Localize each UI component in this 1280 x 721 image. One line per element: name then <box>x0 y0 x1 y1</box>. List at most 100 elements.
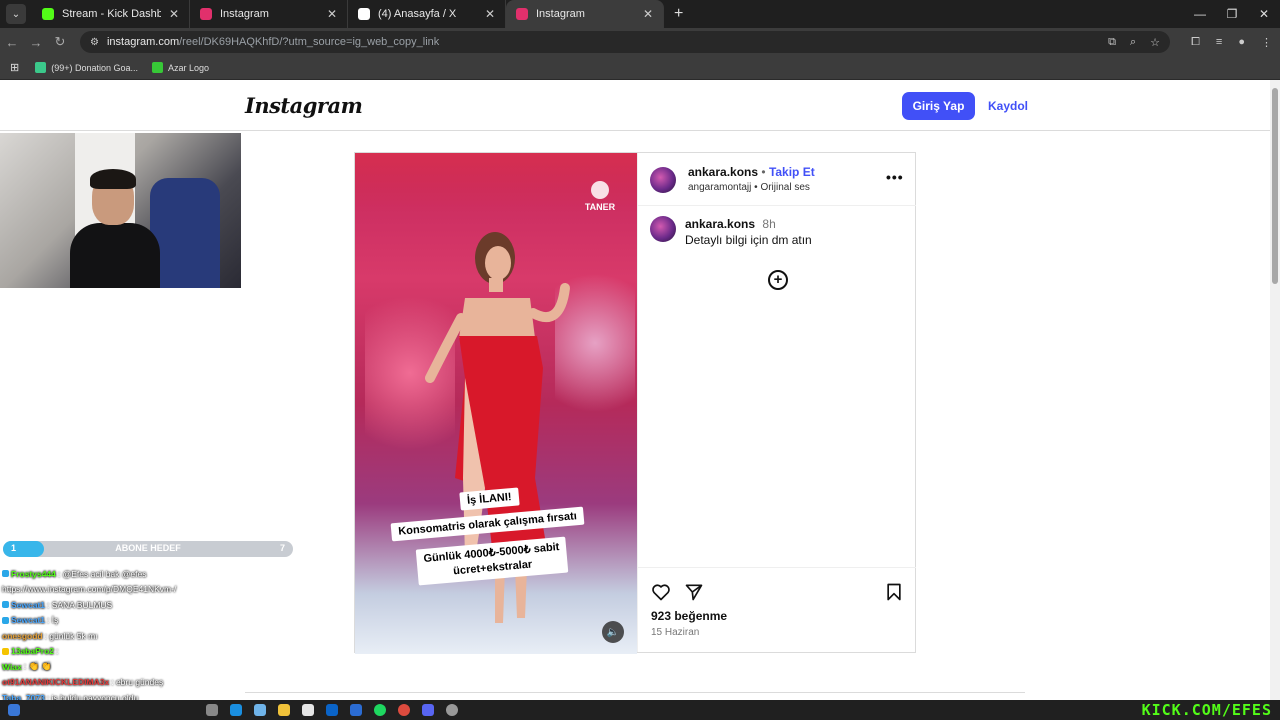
media-icon[interactable]: ≡ <box>1216 36 1222 48</box>
chat-username: Sewcat1 <box>11 615 45 625</box>
tab-search-menu[interactable]: ⌄ <box>6 4 26 24</box>
browser-tab[interactable]: Stream - Kick Dashboard ✕ <box>32 0 190 28</box>
restore-button[interactable]: ❐ <box>1216 0 1248 28</box>
share-send-icon[interactable] <box>684 582 704 602</box>
close-tab-icon[interactable]: ✕ <box>327 7 337 21</box>
app-icon[interactable] <box>254 704 266 716</box>
chat-username: Wiax <box>2 662 22 672</box>
new-tab-button[interactable]: + <box>674 5 683 23</box>
chat-message: onesgodd: günlük 5k mı <box>2 628 242 644</box>
instagram-icon <box>200 8 212 20</box>
like-count[interactable]: 923 beğenme <box>651 609 727 623</box>
reel-post: TANER İş İLANI! Konsomatris olarak çalış… <box>354 152 916 653</box>
like-heart-icon[interactable] <box>651 582 671 602</box>
chat-username: 13abaPro2 <box>11 646 54 656</box>
tab-title: Instagram <box>220 8 319 20</box>
edge-icon[interactable] <box>230 704 242 716</box>
bookmark-item[interactable]: (99+) Donation Goa... <box>35 62 138 73</box>
browser-menu-icon[interactable]: ⋮ <box>1261 36 1272 49</box>
extensions-icon[interactable]: ⧠ <box>1191 36 1200 49</box>
bookmark-star-icon[interactable]: ☆ <box>1150 36 1160 49</box>
goal-label: ABONE HEDEF <box>3 543 293 553</box>
instagram-icon <box>516 8 528 20</box>
profile-icon[interactable]: ● <box>1238 36 1245 48</box>
tab-title: Instagram <box>536 8 635 20</box>
chat-message: https://www.instagram.com/p/DMQE41NKvm-/ <box>2 582 242 598</box>
chat-username: Frostys444 <box>11 569 56 579</box>
browser-tab[interactable]: Instagram ✕ <box>190 0 348 28</box>
site-info-icon[interactable]: ⚙ <box>90 37 99 48</box>
close-tab-icon[interactable]: ✕ <box>485 7 495 21</box>
chat-message: Sewcat1: İş <box>2 613 242 629</box>
instagram-header: Instagram Giriş Yap Kaydol <box>0 80 1270 131</box>
toolbar: ← → ↻ ⚙ instagram.com/reel/DK69HAQKhfD/?… <box>0 28 1280 56</box>
chrome-icon[interactable] <box>398 704 410 716</box>
post-author: ankara.kons • Takip Et <box>688 165 815 179</box>
minimize-button[interactable]: — <box>1184 0 1216 28</box>
chat-text: : İş <box>47 615 58 625</box>
url-text: instagram.com/reel/DK69HAQKhfD/?utm_sour… <box>107 36 439 48</box>
chat-message: 13abaPro2: <box>2 644 242 660</box>
bookmark-favicon-icon <box>152 62 163 73</box>
bookmark-favicon-icon <box>35 62 46 73</box>
outlook-icon[interactable] <box>326 704 338 716</box>
task-view-icon[interactable] <box>206 704 218 716</box>
zoom-icon[interactable]: ⌕ <box>1130 36 1136 49</box>
reel-video[interactable]: TANER İş İLANI! Konsomatris olarak çalış… <box>355 153 637 654</box>
bookmark-item[interactable]: Azar Logo <box>152 62 209 73</box>
install-app-icon[interactable]: ⧉ <box>1108 36 1116 49</box>
goal-target: 7 <box>280 543 285 553</box>
login-button[interactable]: Giriş Yap <box>902 92 975 120</box>
chat-message: Sewcat1: SANA BULMUS <box>2 597 242 613</box>
comment-time: 8h <box>762 217 775 231</box>
avatar[interactable] <box>650 167 676 193</box>
reload-button[interactable]: ↻ <box>48 34 72 50</box>
comment-username[interactable]: ankara.kons <box>685 217 755 231</box>
signup-link[interactable]: Kaydol <box>988 92 1028 120</box>
start-icon[interactable] <box>8 704 20 716</box>
app-icon[interactable] <box>446 704 458 716</box>
load-more-comments-icon[interactable]: + <box>768 270 788 290</box>
webcam-overlay <box>0 133 241 288</box>
stream-chat: Frostys444: @Efes acil bak @efes https://… <box>2 566 242 721</box>
close-tab-icon[interactable]: ✕ <box>169 7 179 21</box>
chat-text: https://www.instagram.com/p/DMQE41NKvm-/ <box>2 584 176 594</box>
instagram-logo[interactable]: Instagram <box>245 93 362 118</box>
spotify-icon[interactable] <box>374 704 386 716</box>
chat-badge-icon <box>2 648 9 655</box>
apps-grid-icon[interactable]: ⊞ <box>10 61 19 74</box>
chat-message: Wiax: 👏 👏 <box>2 659 242 675</box>
chat-message: ot91ANANIKICKLEDIMA3x: ebru gündeş <box>2 675 242 691</box>
back-button[interactable]: ← <box>0 35 24 50</box>
page-scrollbar[interactable] <box>1270 80 1280 700</box>
discord-icon[interactable] <box>422 704 434 716</box>
comment-avatar[interactable] <box>650 216 676 242</box>
audio-info: angaramontajj • Orijinal ses <box>688 182 810 193</box>
address-bar[interactable]: ⚙ instagram.com/reel/DK69HAQKhfD/?utm_so… <box>80 31 1170 53</box>
close-tab-icon[interactable]: ✕ <box>643 7 653 21</box>
app-icon[interactable] <box>350 704 362 716</box>
post-sidebar: ankara.kons • Takip Et angaramontajj • O… <box>637 153 915 652</box>
chat-username: Sewcat1 <box>11 600 45 610</box>
audio-toggle-icon[interactable]: 🔈 <box>602 621 624 643</box>
bookmark-label: (99+) Donation Goa... <box>51 63 138 73</box>
tab-title: Stream - Kick Dashboard <box>62 8 161 20</box>
forward-button[interactable]: → <box>24 35 48 50</box>
chat-text: : SANA BULMUS <box>47 600 112 610</box>
app-icon[interactable] <box>302 704 314 716</box>
audio-user[interactable]: angaramontajj <box>688 182 751 193</box>
author-username[interactable]: ankara.kons <box>688 165 758 179</box>
chat-username: onesgodd <box>2 631 43 641</box>
browser-tab[interactable]: (4) Anasayfa / X✕ <box>348 0 506 28</box>
file-explorer-icon[interactable] <box>278 704 290 716</box>
chat-text: : <box>56 646 58 656</box>
follow-button[interactable]: Takip Et <box>769 165 815 179</box>
audio-label[interactable]: Orijinal ses <box>760 182 809 193</box>
chat-message: Frostys444: @Efes acil bak @efes <box>2 566 242 582</box>
window-controls: — ❐ ✕ <box>1184 0 1280 28</box>
browser-tab[interactable]: Instagram ✕ <box>506 0 664 28</box>
more-options-icon[interactable]: ••• <box>886 169 904 185</box>
save-bookmark-icon[interactable] <box>884 582 904 602</box>
chat-username: ot91ANANIKICKLEDIMA3x <box>2 677 109 687</box>
close-window-button[interactable]: ✕ <box>1248 0 1280 28</box>
